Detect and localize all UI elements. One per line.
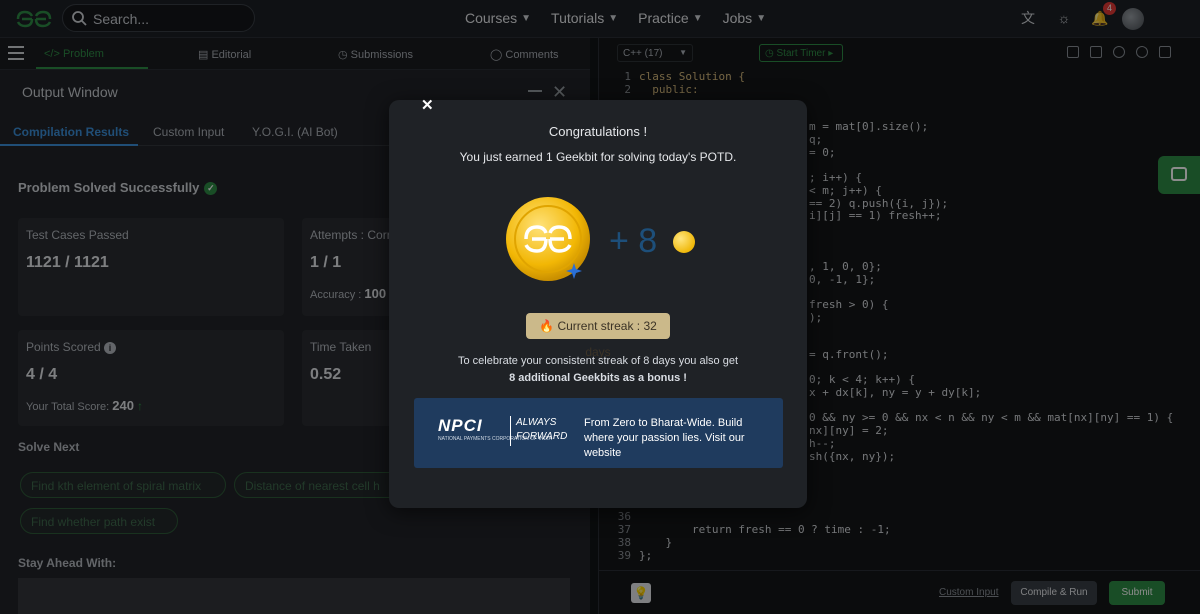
npci-ad-banner[interactable]: NPCI NATIONAL PAYMENTS CORPORATION OF IN… (414, 398, 783, 468)
geekbit-coin-icon (506, 197, 590, 281)
celebrate-line-1: To celebrate your consistent streak of 8… (457, 355, 739, 367)
ad-slogan-2: FORWARD (516, 431, 568, 442)
celebrate-line-2: 8 additional Geekbits as a bonus ! (509, 372, 687, 384)
small-coin-icon (673, 231, 695, 253)
celebrate-message: To celebrate your consistent streak of 8… (389, 353, 807, 387)
ad-slogan-1: ALWAYS (516, 417, 557, 428)
ad-slogan: ALWAYS FORWARD (516, 416, 567, 444)
close-modal-icon[interactable]: ✕ (421, 96, 434, 114)
npci-logo: NPCI (438, 416, 483, 435)
potd-congrats-modal: Congratulations ! You just earned 1 Geek… (389, 100, 807, 508)
ad-text: From Zero to Bharat-Wide. Build where yo… (584, 417, 745, 459)
modal-title: Congratulations ! (548, 124, 648, 139)
modal-subtitle: You just earned 1 Geekbit for solving to… (459, 150, 737, 164)
ad-divider (510, 416, 511, 446)
streak-badge: 🔥 Current streak : 32 days (526, 313, 670, 359)
bonus-amount: + 8 (609, 222, 658, 260)
